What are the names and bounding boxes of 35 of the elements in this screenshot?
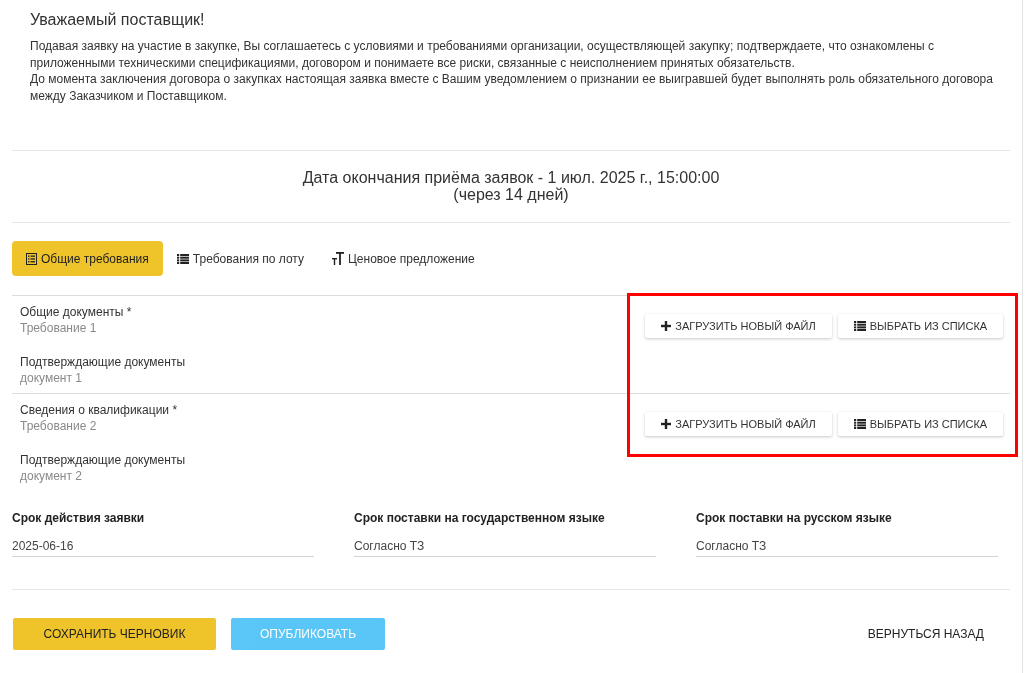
deadline-text: Дата окончания приёма заявок - 1 июл. 2025 г., 15:00:00 [302, 169, 720, 186]
choose-from-list-button[interactable]: ВЫБРАТЬ ИЗ СПИСКА [838, 314, 1003, 338]
requirement-title: Сведения о квалификации * [20, 402, 178, 418]
list-icon [853, 419, 866, 429]
notice-title: Уважаемый поставщик! [30, 10, 205, 30]
list-icon [176, 253, 189, 264]
input-field[interactable]: 2025-06-16 [12, 536, 314, 557]
tab[interactable]: Ценовое предложение [318, 241, 489, 276]
field-label: Срок поставки на государственном языке [354, 510, 605, 526]
upload-file-button[interactable]: ЗАГРУЗИТЬ НОВЫЙ ФАЙЛ [645, 314, 832, 338]
input-field[interactable]: Согласно ТЗ [696, 536, 998, 557]
plus-icon [661, 419, 672, 429]
notice-paragraph: Подавая заявку на участие в закупке, Вы соглашаетесь с условиями и требованиями организации, осуществляющей закупку; подтверждаете, что ознакомлены с приложенными техническими спецификациями, договором и понимаете все риски, связанные с неисполнением принятых обязательств. [30, 38, 935, 71]
plus-icon [661, 321, 672, 331]
notice-paragraph: До момента заключения договора о закупках настоящая заявка вместе с Вашим уведомлением о признании ее выигравшей будет выполнять роль обязательного договора между Заказчиком и Поставщиком. [30, 71, 994, 104]
list-box-icon [26, 252, 37, 265]
text-size-icon [332, 252, 344, 265]
requirement-subtitle: Требование 1 [20, 320, 97, 336]
back-button[interactable]: ВЕРНУТЬСЯ НАЗАД [851, 618, 1000, 650]
documents-label: Подтверждающие документы [20, 452, 185, 468]
tab[interactable]: Общие требования [12, 241, 163, 276]
list-icon [853, 321, 866, 331]
choose-from-list-button[interactable]: ВЫБРАТЬ ИЗ СПИСКА [838, 412, 1003, 436]
deadline-remaining: (через 14 дней) [453, 186, 569, 203]
upload-file-button[interactable]: ЗАГРУЗИТЬ НОВЫЙ ФАЙЛ [645, 412, 832, 436]
requirement-subtitle: Требование 2 [20, 418, 97, 434]
requirement-title: Общие документы * [20, 304, 132, 320]
documents-label: Подтверждающие документы [20, 354, 185, 370]
save-draft-button[interactable]: СОХРАНИТЬ ЧЕРНОВИК [13, 618, 216, 650]
document-name: документ 2 [20, 468, 82, 484]
document-name: документ 1 [20, 370, 82, 386]
field-label: Срок поставки на русском языке [696, 510, 892, 526]
tab[interactable]: Требования по лоту [162, 241, 318, 276]
field-label: Срок действия заявки [12, 510, 145, 526]
input-field[interactable]: Согласно ТЗ [354, 536, 656, 557]
